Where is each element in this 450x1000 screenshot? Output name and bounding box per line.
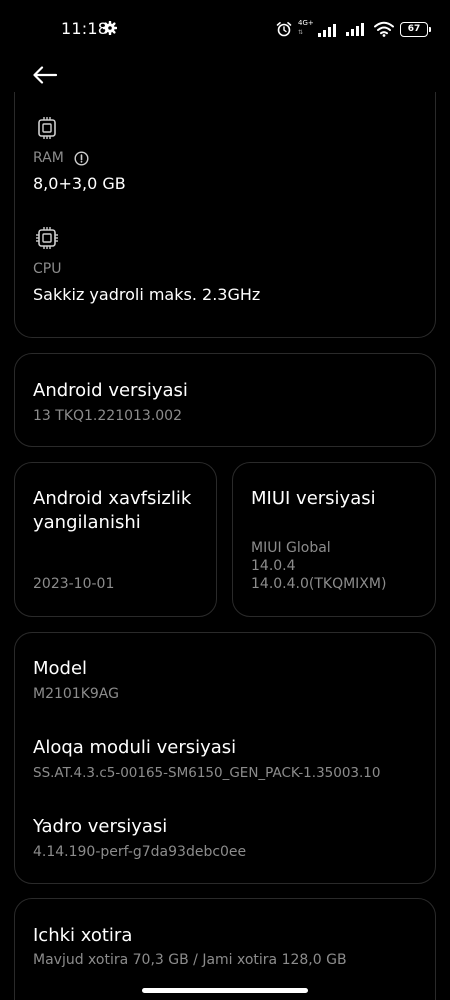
home-indicator[interactable]	[142, 988, 308, 993]
cpu-chip-icon	[36, 227, 58, 249]
status-bar: 11:18 4G+ ⇅ 67	[0, 0, 450, 56]
wifi-icon	[374, 21, 394, 37]
miui-version-title: MIUI versiyasi	[251, 488, 376, 509]
miui-version-line1: MIUI Global	[251, 540, 331, 556]
ram-value: 8,0+3,0 GB	[33, 174, 126, 193]
signal-bars-icon	[318, 24, 336, 37]
security-patch-card[interactable]: Android xavfsizlik yangilanishi 2023-10-…	[14, 462, 217, 617]
signal-bars-icon	[346, 23, 364, 36]
status-icons: 4G+ ⇅ 67	[276, 18, 431, 40]
mobile-signal-1: 4G+ ⇅	[298, 19, 340, 38]
data-arrows-icon: ⇅	[298, 29, 304, 36]
android-version-value: 13 TKQ1.221013.002	[33, 408, 182, 424]
info-icon[interactable]	[74, 151, 89, 166]
device-details-card: Model M2101K9AG Aloqa moduli versiyasi S…	[14, 632, 436, 884]
security-patch-title-line1: Android xavfsizlik	[33, 488, 192, 509]
model-title: Model	[33, 658, 88, 679]
back-button[interactable]	[28, 60, 62, 90]
android-version-card[interactable]: Android versiyasi 13 TKQ1.221013.002	[14, 353, 436, 447]
security-patch-title-line2: yangilanishi	[33, 512, 141, 533]
storage-value: Mavjud xotira 70,3 GB / Jami xotira 128,…	[33, 952, 347, 968]
hardware-card: RAM 8,0+3,0 GB CPU Sakkiz yadroli maks. …	[14, 92, 436, 338]
battery-level: 67	[407, 24, 421, 34]
alarm-icon	[276, 22, 292, 37]
storage-card[interactable]: Ichki xotira Mavjud xotira 70,3 GB / Jam…	[14, 898, 436, 1000]
about-phone-screen: 11:18 4G+ ⇅ 67 RAM 8,0+3,0 GB CPU Sakkiz…	[0, 0, 450, 1000]
battery-icon: 67	[400, 21, 431, 37]
ram-label: RAM	[33, 150, 64, 166]
model-value: M2101K9AG	[33, 686, 119, 702]
android-version-title: Android versiyasi	[33, 380, 188, 401]
status-time: 11:18	[61, 19, 109, 38]
network-type-label: 4G+	[298, 19, 314, 27]
kernel-value: 4.14.190-perf-g7da93debc0ee	[33, 844, 247, 860]
miui-version-line3: 14.0.4.0(TKQMIXM)	[251, 576, 387, 592]
arrow-left-icon	[33, 66, 58, 84]
miui-version-card[interactable]: MIUI versiyasi MIUI Global 14.0.4 14.0.4…	[232, 462, 436, 617]
miui-version-line2: 14.0.4	[251, 558, 296, 574]
baseband-title: Aloqa moduli versiyasi	[33, 737, 237, 758]
memory-chip-icon	[38, 117, 56, 139]
kernel-title: Yadro versiyasi	[33, 816, 168, 837]
baseband-value: SS.AT.4.3.c5-00165-SM6150_GEN_PACK-1.350…	[33, 765, 381, 781]
gear-icon	[103, 21, 117, 35]
storage-title: Ichki xotira	[33, 925, 133, 946]
cpu-label: CPU	[33, 261, 62, 277]
cpu-value: Sakkiz yadroli maks. 2.3GHz	[33, 285, 261, 304]
security-patch-value: 2023-10-01	[33, 576, 115, 592]
